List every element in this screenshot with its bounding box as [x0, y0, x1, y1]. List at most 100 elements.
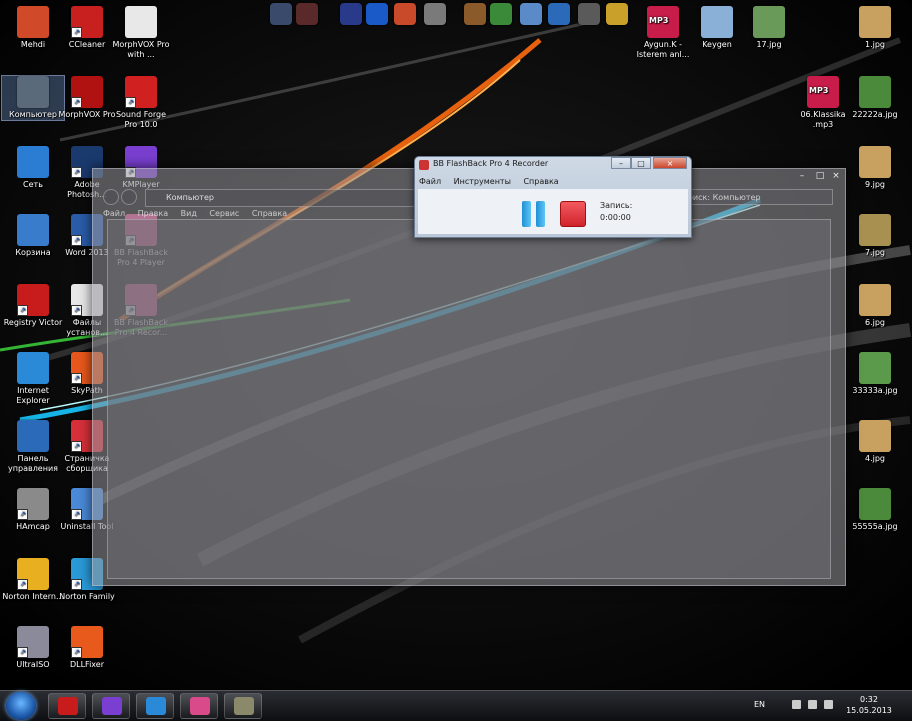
menu-help[interactable]: Справка: [252, 209, 287, 218]
desktop-icon-left-9[interactable]: Корзина: [2, 214, 64, 258]
back-button[interactable]: [103, 189, 119, 205]
recorder-app-icon: [419, 160, 429, 170]
desktop-icon-right-6[interactable]: 4.jpg: [844, 420, 906, 464]
image-thumb-icon: [859, 352, 891, 384]
desktop-icon-right-3[interactable]: 7.jpg: [844, 214, 906, 258]
desktop-icon-right-2[interactable]: 9.jpg: [844, 146, 906, 190]
desktop-icon-left-5[interactable]: ↗ Sound Forge Pro 10.0: [110, 76, 172, 130]
system-clock[interactable]: 0:32 15.05.2013: [836, 694, 902, 716]
desktop-icon-left-15[interactable]: Internet Explorer: [2, 352, 64, 406]
desktop-icon-left-2[interactable]: MorphVOX Pro with ...: [110, 6, 172, 60]
menu-file[interactable]: Файл: [103, 209, 125, 218]
menu-edit[interactable]: Правка: [138, 209, 168, 218]
desktop-icon-left-0[interactable]: Mehdi: [2, 6, 64, 50]
media-player-icon[interactable]: [366, 3, 388, 25]
paint-icon[interactable]: [394, 3, 416, 25]
desktop-icon-right-1[interactable]: 22222a.jpg: [844, 76, 906, 120]
explorer-content-area[interactable]: [107, 219, 831, 579]
recorder-menu-tools[interactable]: Инструменты: [454, 177, 511, 186]
minimize-button[interactable]: –: [611, 157, 631, 169]
taskbar-button-4[interactable]: [224, 693, 262, 719]
image-thumb-icon: [859, 420, 891, 452]
desktop-icon-label: MorphVOX Pro with ...: [112, 40, 170, 59]
film-strip-icon[interactable]: [578, 3, 600, 25]
desktop-icon-right-7[interactable]: 55555a.jpg: [844, 488, 906, 532]
image-thumb-icon: [859, 76, 891, 108]
keygen-icon: [701, 6, 733, 38]
desktop-icon-left-21[interactable]: ↗ Norton Intern...: [2, 558, 64, 602]
stop-button[interactable]: [560, 201, 586, 227]
grid-app-icon[interactable]: [606, 3, 628, 25]
menu-view[interactable]: Вид: [181, 209, 197, 218]
gamepad-icon[interactable]: [340, 3, 362, 25]
desktop-icon-label: 1.jpg: [864, 40, 885, 49]
network-icon: [17, 146, 49, 178]
desktop-icon-left-19[interactable]: ↗ HAmcap: [2, 488, 64, 532]
taskbar-button-0[interactable]: [48, 693, 86, 719]
forward-button[interactable]: [121, 189, 137, 205]
desktop-icon-left-6[interactable]: Сеть: [2, 146, 64, 190]
desktop-icon-label: 4.jpg: [864, 454, 885, 463]
recorder-menu-help[interactable]: Справка: [523, 177, 558, 186]
desktop-icon-label: Norton Family: [59, 592, 115, 601]
app-icon[interactable]: [270, 3, 292, 25]
desktop-icon-label: UltraISO: [16, 660, 50, 669]
desktop-icon-topright-3[interactable]: 1.jpg: [844, 6, 906, 50]
close-icon[interactable]: ×: [827, 171, 845, 181]
taskbar-button-1[interactable]: [92, 693, 130, 719]
shortcut-arrow-icon: ↗: [71, 647, 82, 658]
film-icon[interactable]: [296, 3, 318, 25]
recorder-window[interactable]: BB FlashBack Pro 4 Recorder – □ × Файл И…: [414, 156, 692, 238]
image-thumb-icon: [753, 6, 785, 38]
desktop-icon-topright-0[interactable]: MP3 Aygun.K - Isterem anl...: [632, 6, 694, 60]
tray-volume-icon[interactable]: [824, 700, 833, 709]
desktop-icon-label: Norton Intern...: [2, 592, 64, 601]
shortcut-arrow-icon: ↗: [125, 97, 136, 108]
minimize-icon[interactable]: –: [793, 171, 811, 181]
chrome-icon[interactable]: [490, 3, 512, 25]
language-indicator[interactable]: EN: [754, 700, 765, 709]
image-thumb-icon: [859, 488, 891, 520]
menu-tools[interactable]: Сервис: [209, 209, 239, 218]
desktop-icon-left-23[interactable]: ↗ UltraISO: [2, 626, 64, 670]
image-thumb-icon: [859, 146, 891, 178]
tray-network-icon[interactable]: [808, 700, 817, 709]
mp3-file-icon: MP3: [647, 6, 679, 38]
desktop-icon-right-5[interactable]: 33333a.jpg: [844, 352, 906, 396]
pause-icon-bar-right: [536, 201, 545, 227]
taskbar-button-2[interactable]: [136, 693, 174, 719]
desktop-icon-left-1[interactable]: ↗ CCleaner: [56, 6, 118, 50]
movie-maker-icon[interactable]: [464, 3, 486, 25]
shortcut-arrow-icon: ↗: [17, 305, 28, 316]
tray-flag-icon[interactable]: [792, 700, 801, 709]
maximize-button[interactable]: □: [631, 157, 651, 169]
desktop-icon-label: Aygun.K - Isterem anl...: [636, 40, 690, 59]
desktop-icon-left-17[interactable]: Панель управления: [2, 420, 64, 474]
desktop-icon-left-4[interactable]: ↗ MorphVOX Pro: [56, 76, 118, 120]
shortcut-arrow-icon: ↗: [71, 97, 82, 108]
internet-explorer-icon: [17, 352, 49, 384]
pause-button[interactable]: [522, 201, 546, 227]
image-thumb-icon: [859, 284, 891, 316]
kmplayer-icon: [102, 697, 122, 715]
recycle-bin-icon: [17, 214, 49, 246]
desktop-icon-left-12[interactable]: ↗ Registry Victor: [2, 284, 64, 328]
globe-icon[interactable]: [548, 3, 570, 25]
recorder-menu-file[interactable]: Файл: [419, 177, 441, 186]
desktop-icon-left-3[interactable]: Компьютер: [1, 75, 65, 121]
desktop-icon-right-4[interactable]: 6.jpg: [844, 284, 906, 328]
desktop-icon-label: DLLFixer: [69, 660, 104, 669]
soundforge-icon: ↗: [125, 76, 157, 108]
desktop-icon-topright-2[interactable]: 17.jpg: [738, 6, 800, 50]
network-tool-icon[interactable]: [520, 3, 542, 25]
start-button[interactable]: [6, 692, 36, 720]
calculator-icon[interactable]: [424, 3, 446, 25]
taskbar-button-3[interactable]: [180, 693, 218, 719]
shortcut-arrow-icon: ↗: [71, 373, 82, 384]
image-thumb-icon: [859, 6, 891, 38]
mp3-file-icon: MP3: [807, 76, 839, 108]
close-button[interactable]: ×: [653, 157, 687, 169]
search-input[interactable]: Поиск: Компьютер: [675, 189, 833, 205]
desktop-icon-left-24[interactable]: ↗ DLLFixer: [56, 626, 118, 670]
file-type-badge: MP3: [809, 86, 829, 95]
